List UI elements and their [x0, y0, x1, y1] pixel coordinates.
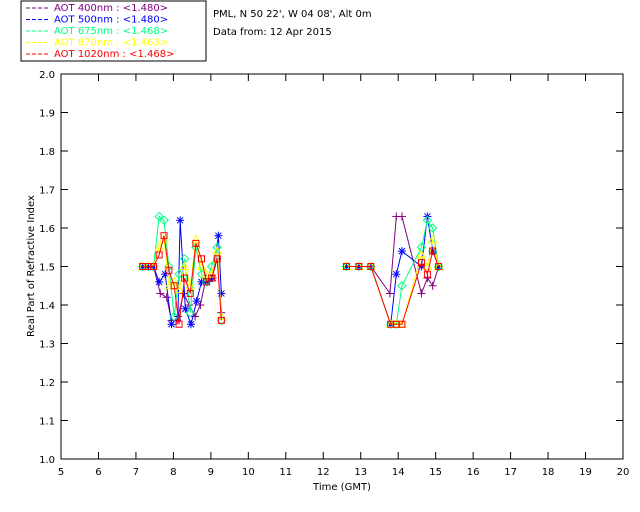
series-line [346, 215, 440, 296]
data-point-asterisk [187, 320, 196, 329]
series-group [138, 212, 443, 329]
x-tick-label: 13 [354, 467, 367, 478]
data-point-plus [397, 212, 406, 221]
data-point-asterisk [181, 304, 190, 313]
data-point-asterisk [192, 297, 201, 306]
x-tick-label: 18 [542, 467, 555, 478]
x-tick-label: 17 [504, 467, 517, 478]
legend-entry: AOT 1020nm : <1.468> [54, 49, 174, 60]
data-point-asterisk [217, 289, 226, 298]
data-point-plus [156, 289, 165, 298]
data-point-plus [428, 281, 437, 290]
x-axis-label: Time (GMT) [312, 482, 371, 493]
data-point-asterisk [167, 320, 176, 329]
x-tick-label: 10 [242, 467, 255, 478]
y-tick-label: 1.3 [39, 340, 55, 351]
x-tick-label: 12 [317, 467, 330, 478]
legend-entry: AOT 675nm : <1.468> [54, 26, 168, 37]
y-tick-label: 1.8 [39, 147, 55, 158]
legend-entry: AOT 870nm : <1.463> [54, 38, 168, 49]
refractive-index-chart: AOT 400nm : <1.480>AOT 500nm : <1.480>AO… [20, 0, 629, 493]
x-tick-label: 6 [95, 467, 101, 478]
legend-entry: AOT 500nm : <1.480> [54, 15, 168, 26]
x-tick-label: 16 [467, 467, 480, 478]
x-tick-label: 9 [208, 467, 214, 478]
data-point-asterisk [397, 247, 406, 256]
y-tick-label: 2.0 [39, 70, 55, 81]
legend-entry: AOT 400nm : <1.480> [54, 3, 168, 14]
axes: 5 6 7 8 9 10 11 12 13 14 15 16 17 18 19 20 1.0 1.1 1.2 1.3 1… [39, 70, 629, 478]
data-point-plus [385, 289, 394, 298]
y-tick-label: 1.9 [39, 109, 55, 120]
data-point-asterisk [176, 216, 185, 225]
y-tick-label: 1.2 [39, 378, 55, 389]
x-tick-label: 19 [579, 467, 592, 478]
legend: AOT 400nm : <1.480>AOT 500nm : <1.480>AO… [20, 0, 207, 62]
y-tick-label: 1.5 [39, 263, 55, 274]
data-point-asterisk [214, 231, 223, 240]
y-tick-label: 1.7 [39, 186, 55, 197]
series-group [139, 232, 443, 328]
x-tick-label: 14 [392, 467, 405, 478]
y-tick-label: 1.0 [39, 455, 55, 466]
data-point-asterisk [392, 270, 401, 279]
x-tick-label: 8 [170, 467, 176, 478]
data-point-plus [417, 289, 426, 298]
y-tick-label: 1.4 [39, 301, 55, 312]
series-layer [137, 211, 444, 329]
data-point-plus [162, 293, 171, 302]
y-tick-label: 1.6 [39, 224, 55, 235]
x-tick-label: 15 [429, 467, 442, 478]
x-tick-label: 5 [58, 467, 64, 478]
y-axis-label: Real Part of Refractive Index [26, 195, 37, 337]
site-info-text: PML, N 50 22', W 04 08', Alt 0m [213, 9, 372, 20]
x-tick-label: 11 [279, 467, 292, 478]
x-tick-label: 7 [133, 467, 139, 478]
date-info-text: Data from: 12 Apr 2015 [213, 27, 332, 38]
x-tick-label: 20 [617, 467, 630, 478]
y-tick-label: 1.1 [39, 417, 55, 428]
data-point-asterisk [155, 277, 164, 286]
